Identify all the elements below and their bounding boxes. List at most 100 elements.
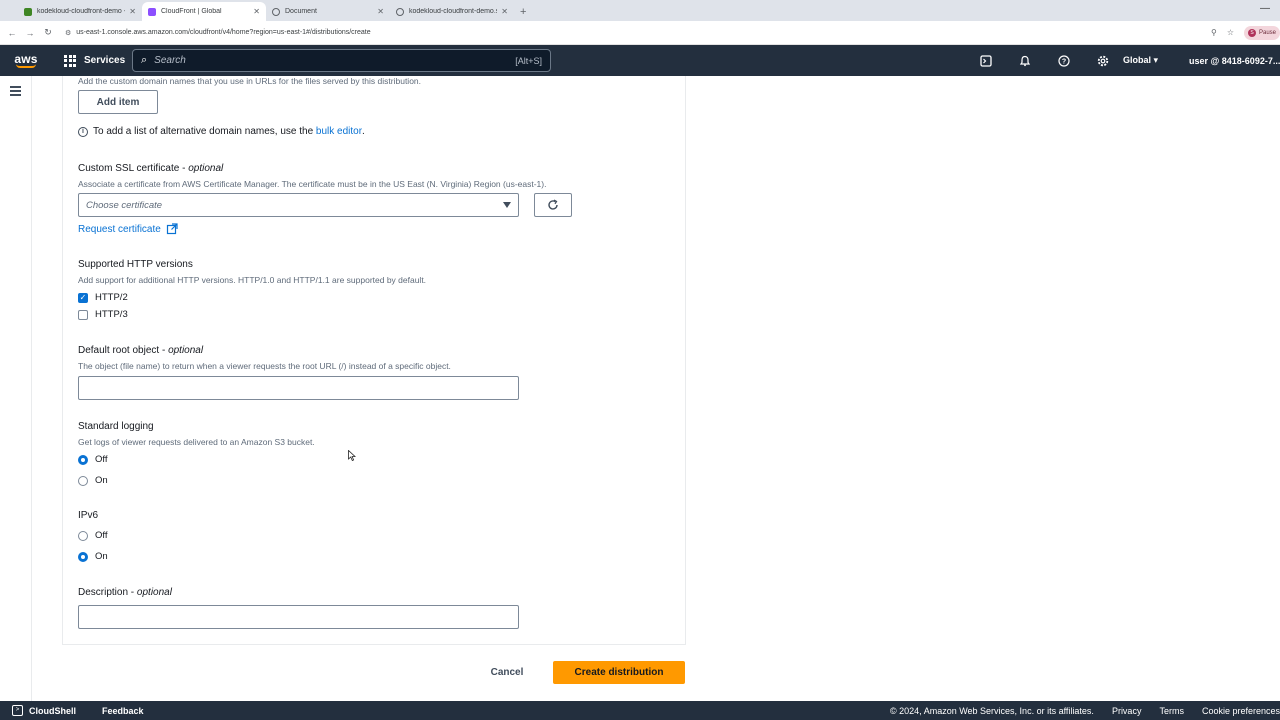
http-versions-label: Supported HTTP versions — [78, 259, 193, 270]
terms-link[interactable]: Terms — [1159, 706, 1184, 716]
ipv6-on-label: On — [95, 551, 108, 562]
aws-top-nav: aws Services ⌕ Search [Alt+S] ? Global ▾… — [0, 45, 1280, 76]
minimize-window-icon[interactable]: — — [1260, 3, 1270, 14]
address-bar: ← → ↻ ⚙ us-east-1.console.aws.amazon.com… — [0, 21, 1280, 45]
optional-tag: optional — [136, 587, 172, 598]
user-menu[interactable]: user @ 8418-6092-7... — [1189, 45, 1280, 76]
terminal-icon: > — [12, 705, 23, 716]
http3-checkbox[interactable] — [78, 309, 88, 320]
copyright-text: © 2024, Amazon Web Services, Inc. or its… — [890, 705, 1094, 716]
close-icon[interactable]: ✕ — [501, 7, 508, 16]
browser-tab[interactable]: Document ✕ — [266, 2, 390, 21]
url-field[interactable]: ⚙ us-east-1.console.aws.amazon.com/cloud… — [65, 29, 1211, 37]
logging-on-radio[interactable] — [78, 475, 88, 486]
zoom-icon[interactable]: ⚲ — [1211, 28, 1217, 37]
cloudshell-icon[interactable] — [966, 54, 1005, 67]
browser-tab-active[interactable]: CloudFront | Global ✕ — [142, 2, 266, 21]
privacy-link[interactable]: Privacy — [1112, 706, 1142, 716]
ipv6-on-option[interactable]: On — [78, 551, 108, 562]
bookmark-star-icon[interactable]: ☆ — [1227, 28, 1234, 37]
close-icon[interactable]: ✕ — [377, 7, 384, 16]
root-object-label: Default root object - optional — [78, 345, 204, 356]
description-label-text: Description — [78, 587, 129, 598]
search-placeholder: Search — [154, 55, 186, 66]
services-label: Services — [84, 55, 126, 66]
add-item-button[interactable]: Add item — [78, 90, 158, 114]
logging-description: Get logs of viewer requests delivered to… — [78, 437, 315, 447]
root-object-description: The object (file name) to return when a … — [78, 361, 451, 371]
certificate-placeholder: Choose certificate — [86, 199, 163, 211]
menu-icon[interactable] — [10, 86, 21, 98]
http3-label: HTTP/3 — [95, 309, 128, 320]
region-selector[interactable]: Global ▾ — [1123, 45, 1158, 76]
svg-text:?: ? — [1061, 58, 1065, 65]
s3-favicon-icon — [24, 7, 32, 16]
tab-label: kodekloud-cloudfront-demo.s3 — [409, 8, 498, 15]
bulk-note-prefix: To add a list of alternative domain name… — [93, 126, 316, 137]
left-navigation-rail — [0, 76, 32, 701]
http-versions-description: Add support for additional HTTP versions… — [78, 275, 427, 285]
certificate-select[interactable]: Choose certificate — [78, 193, 519, 217]
ipv6-on-radio[interactable] — [78, 551, 88, 562]
request-certificate-link[interactable]: Request certificate — [78, 223, 178, 235]
profile-label: Pause — [1258, 29, 1276, 36]
description-label: Description - optional — [78, 587, 172, 598]
logging-off-option[interactable]: Off — [78, 454, 108, 465]
back-icon[interactable]: ← — [3, 28, 21, 38]
gear-icon[interactable] — [1083, 55, 1122, 67]
bulk-editor-link[interactable]: bulk editor — [316, 126, 362, 137]
aws-logo[interactable]: aws — [0, 45, 52, 76]
services-menu-button[interactable]: Services — [64, 54, 126, 67]
description-input[interactable] — [78, 605, 519, 629]
forward-icon[interactable]: → — [21, 28, 39, 38]
ipv6-off-radio[interactable] — [78, 530, 88, 541]
logging-on-label: On — [95, 475, 108, 486]
http2-label: HTTP/2 — [95, 292, 128, 303]
logging-off-radio[interactable] — [78, 454, 88, 465]
logging-label: Standard logging — [78, 421, 154, 432]
create-distribution-button[interactable]: Create distribution — [553, 661, 685, 684]
ipv6-off-option[interactable]: Off — [78, 530, 108, 541]
close-icon[interactable]: ✕ — [129, 7, 136, 16]
new-tab-icon[interactable]: + — [520, 2, 526, 21]
search-input[interactable]: ⌕ Search [Alt+S] — [132, 49, 551, 72]
http2-checkbox-row[interactable]: ✓ HTTP/2 — [78, 292, 128, 303]
feedback-link[interactable]: Feedback — [102, 706, 144, 716]
bulk-editor-note: i To add a list of alternative domain na… — [78, 126, 365, 137]
http3-checkbox-row[interactable]: HTTP/3 — [78, 309, 128, 320]
alt-domain-description: Add the custom domain names that you use… — [78, 76, 422, 86]
aws-logo-text: aws — [14, 51, 38, 66]
globe-favicon-icon — [396, 7, 404, 16]
refresh-certificates-button[interactable] — [534, 193, 572, 217]
search-shortcut: [Alt+S] — [515, 55, 542, 66]
info-icon: i — [78, 126, 88, 137]
bell-icon[interactable] — [1005, 55, 1044, 67]
tab-label: kodekloud-cloudfront-demo - S3 bucket — [37, 8, 125, 15]
ipv6-label: IPv6 — [78, 510, 99, 521]
browser-tab[interactable]: kodekloud-cloudfront-demo.s3 ✕ — [390, 2, 514, 21]
http2-checkbox[interactable]: ✓ — [78, 292, 88, 303]
cancel-button[interactable]: Cancel — [481, 661, 533, 683]
reload-icon[interactable]: ↻ — [39, 27, 57, 38]
caret-down-icon — [503, 202, 511, 208]
console-footer: > CloudShell Feedback © 2024, Amazon Web… — [0, 701, 1280, 720]
site-info-icon[interactable]: ⚙ — [65, 29, 71, 37]
search-icon: ⌕ — [141, 54, 148, 66]
ipv6-off-label: Off — [95, 530, 108, 541]
cloudfront-favicon-icon — [148, 7, 156, 16]
root-object-label-text: Default root object — [78, 345, 160, 356]
optional-tag: optional — [188, 163, 224, 174]
help-icon[interactable]: ? — [1044, 54, 1083, 67]
cookie-preferences-link[interactable]: Cookie preferences — [1202, 706, 1280, 716]
browser-tab[interactable]: kodekloud-cloudfront-demo - S3 bucket ✕ — [18, 2, 142, 21]
profile-button[interactable]: S Pause — [1243, 25, 1280, 40]
logging-on-option[interactable]: On — [78, 475, 108, 486]
logging-off-label: Off — [95, 454, 108, 465]
globe-favicon-icon — [272, 7, 280, 16]
root-object-input[interactable] — [78, 376, 519, 400]
bulk-note-suffix: . — [362, 126, 365, 137]
cloudshell-button[interactable]: > CloudShell — [0, 705, 76, 716]
avatar: S — [1247, 28, 1256, 37]
request-certificate-label: Request certificate — [78, 223, 161, 235]
close-icon[interactable]: ✕ — [253, 7, 260, 16]
